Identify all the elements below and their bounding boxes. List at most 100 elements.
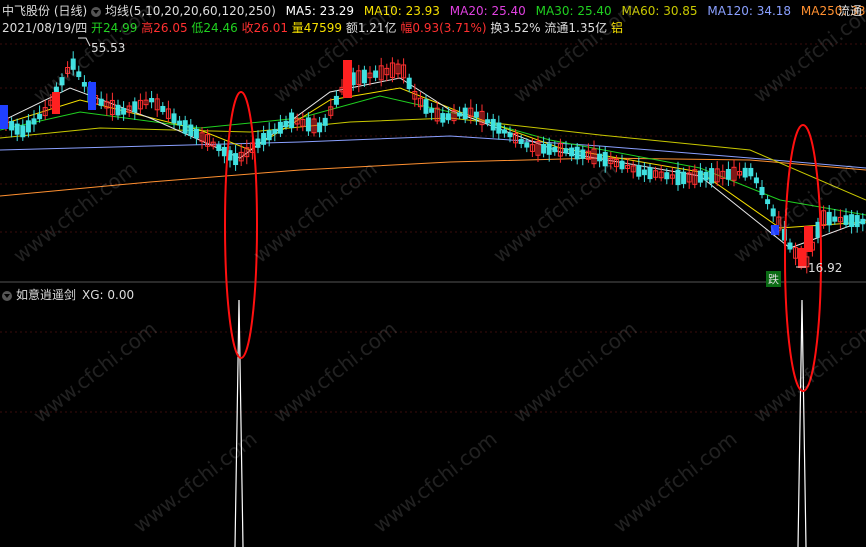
candle-body: [0, 105, 8, 129]
candle-body: [641, 169, 647, 176]
candle-body: [115, 104, 121, 116]
candle-body: [261, 133, 267, 145]
candle-body: [193, 128, 199, 139]
ma20-value: MA20: 25.40: [449, 4, 526, 18]
candle-body: [664, 172, 670, 180]
candle-body: [132, 101, 138, 113]
candle-body: [283, 120, 289, 128]
candle-body: [149, 98, 155, 103]
candle-body: [849, 214, 855, 227]
indicator-value: XG: 0.00: [82, 288, 135, 302]
candle-body: [188, 124, 194, 137]
candle-body: [14, 123, 20, 135]
candle-body: [748, 167, 754, 177]
quote-date: 2021/08/19/四: [2, 21, 88, 35]
candle-body: [440, 113, 446, 123]
candle-body: [826, 211, 832, 226]
signal-spike: [234, 299, 244, 547]
candle-body: [373, 70, 379, 78]
candle-body: [31, 118, 37, 125]
candle-body: [233, 153, 239, 166]
candle-body: [423, 99, 429, 114]
candle-body: [804, 226, 813, 252]
candle-body: [552, 146, 558, 153]
candle-body: [20, 125, 26, 138]
candle-body: [675, 169, 681, 186]
candle-body: [343, 60, 352, 98]
candle-body: [98, 98, 104, 106]
ma5-value: MA5: 23.29: [285, 4, 355, 18]
candle-body: [485, 119, 491, 124]
candle-body: [445, 113, 451, 121]
candle-body: [473, 111, 479, 118]
candle-body: [322, 117, 328, 126]
candle-body: [216, 144, 222, 151]
candle-body: [546, 143, 552, 155]
candle-body: [843, 215, 849, 225]
candle-body: [81, 82, 87, 87]
candle-body: [681, 171, 687, 185]
low-price-label: 16.92: [808, 261, 843, 275]
candle-body: [759, 186, 765, 196]
candle-body: [429, 108, 435, 113]
candle-body: [636, 165, 642, 177]
candle-body: [619, 160, 625, 170]
candle-body: [406, 77, 412, 90]
candle-body: [496, 122, 502, 134]
candle-body: [182, 120, 188, 134]
candle-body: [305, 117, 311, 132]
candle-body: [25, 120, 31, 133]
candle-body: [787, 242, 793, 250]
stock-name[interactable]: 中飞股份 (日线): [2, 4, 87, 18]
candle-body: [580, 149, 586, 159]
quote-turnover: 换3.52%: [490, 21, 541, 35]
candle-body: [753, 177, 759, 184]
candle-body: [725, 168, 731, 180]
candle-body: [255, 138, 261, 148]
candle-body: [507, 132, 513, 138]
ma-dropdown-icon[interactable]: [91, 6, 102, 17]
candle-body: [563, 148, 569, 154]
candle-body: [490, 118, 496, 131]
indicator-dropdown-icon[interactable]: [2, 290, 12, 301]
ma60-line: [0, 117, 866, 201]
candle-body: [121, 108, 127, 115]
candle-body: [272, 129, 278, 134]
candle-body: [832, 216, 838, 222]
ma120-value: MA120: 34.18: [707, 4, 792, 18]
candle-body: [9, 121, 15, 131]
candle-body: [765, 199, 771, 205]
candle-body: [289, 112, 295, 129]
candle-body: [227, 150, 233, 161]
candle-body: [703, 171, 709, 181]
indicator-name[interactable]: 如意逍遥剑: [16, 288, 76, 302]
candle-body: [860, 218, 866, 225]
quote-volume: 量47599: [291, 21, 342, 35]
candle-body: [569, 147, 575, 157]
highlight-ellipses: [78, 37, 822, 392]
candle-body: [221, 146, 227, 157]
candle-body: [574, 146, 580, 160]
quote-low: 低24.46: [191, 21, 238, 35]
candle-body: [742, 167, 748, 178]
candle-body: [709, 168, 715, 184]
candle-body: [524, 142, 530, 148]
fall-tag: 跌: [766, 271, 781, 287]
candle-body: [854, 215, 860, 228]
candle-body: [815, 221, 821, 238]
signal-spike: [797, 299, 807, 547]
candle-body: [697, 170, 703, 183]
quote-change: 幅0.93(3.71%): [400, 21, 487, 35]
candle-body: [541, 143, 547, 154]
candle-body: [88, 82, 96, 110]
candle-body: [37, 113, 43, 120]
candle-body: [277, 121, 283, 134]
candle-body: [462, 107, 468, 120]
candle-body: [501, 129, 507, 134]
chart-canvas[interactable]: [0, 0, 866, 547]
candle-body: [647, 167, 653, 180]
candle-body: [457, 112, 463, 117]
candle-body: [266, 130, 272, 141]
indicator-header: 如意逍遥剑 XG: 0.00: [2, 286, 134, 304]
quote-close: 收26.01: [241, 21, 288, 35]
